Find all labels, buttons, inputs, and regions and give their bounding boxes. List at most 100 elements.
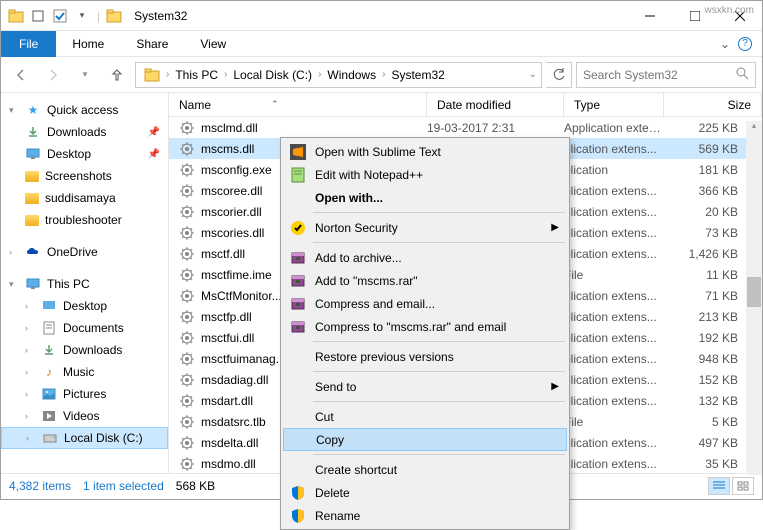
ribbon-tab-share[interactable]: Share <box>120 33 184 55</box>
submenu-arrow-icon: ▶ <box>551 222 559 233</box>
submenu-arrow-icon: ▶ <box>551 381 559 392</box>
notepad-icon <box>289 166 307 184</box>
shield-icon <box>289 484 307 502</box>
nav-up-button[interactable] <box>103 61 131 89</box>
navbar: ▾ › This PC › Local Disk (C:) › Windows … <box>1 57 762 93</box>
folder-icon <box>7 7 25 25</box>
view-details-button[interactable] <box>708 477 730 495</box>
sidebar-item-pictures[interactable]: ›Pictures <box>1 383 168 405</box>
ribbon-tab-home[interactable]: Home <box>56 33 120 55</box>
search-box[interactable] <box>576 62 756 88</box>
sidebar-item-documents[interactable]: ›Documents <box>1 317 168 339</box>
sidebar-item-screenshots[interactable]: Screenshots <box>1 165 168 187</box>
sidebar-onedrive[interactable]: ›OneDrive <box>1 241 168 263</box>
menu-item[interactable]: Cut <box>283 405 567 428</box>
folder-icon <box>106 8 122 24</box>
status-count: 4,382 items <box>9 479 71 493</box>
context-menu: Open with Sublime TextEdit with Notepad+… <box>280 137 570 530</box>
nav-back-button[interactable] <box>7 61 35 89</box>
minimize-button[interactable] <box>627 1 672 30</box>
qat-dropdown-icon[interactable]: ▾ <box>73 7 91 25</box>
file-icon <box>179 246 195 262</box>
menu-item[interactable]: Compress and email... <box>283 292 567 315</box>
menu-item[interactable]: Add to archive... <box>283 246 567 269</box>
qat-checkbox-icon[interactable] <box>51 7 69 25</box>
breadcrumb-item[interactable]: This PC <box>171 66 222 84</box>
file-icon <box>179 351 195 367</box>
nav-forward-button[interactable] <box>39 61 67 89</box>
status-selected: 1 item selected <box>83 479 164 493</box>
qat-properties-icon[interactable] <box>29 7 47 25</box>
menu-item[interactable]: Norton Security▶ <box>283 216 567 239</box>
menu-item[interactable]: Compress to "mscms.rar" and email <box>283 315 567 338</box>
file-icon <box>179 267 195 283</box>
breadcrumb-dropdown-icon[interactable]: ⌄ <box>529 69 537 80</box>
file-icon <box>179 162 195 178</box>
menu-item[interactable]: Edit with Notepad++ <box>283 163 567 186</box>
search-icon[interactable] <box>735 66 749 83</box>
file-icon <box>179 372 195 388</box>
ribbon: File Home Share View ⌄ ? <box>1 31 762 57</box>
sidebar-quick-access[interactable]: ▾★Quick access <box>1 99 168 121</box>
menu-item[interactable]: Restore previous versions <box>283 345 567 368</box>
sidebar-item-local-disk[interactable]: ›Local Disk (C:) <box>1 427 168 449</box>
file-icon <box>179 225 195 241</box>
breadcrumb-item[interactable]: Windows <box>323 66 380 84</box>
file-icon <box>179 393 195 409</box>
ribbon-expand-icon[interactable]: ⌄ <box>720 37 730 51</box>
breadcrumb-item[interactable]: System32 <box>387 66 448 84</box>
sidebar: ▾★Quick access Downloads📌 Desktop📌 Scree… <box>1 93 169 473</box>
menu-item[interactable]: Delete <box>283 481 567 504</box>
titlebar: ▾ | System32 <box>1 1 762 31</box>
menu-item[interactable]: Copy <box>283 428 567 451</box>
winrar-icon <box>289 295 307 313</box>
view-large-button[interactable] <box>732 477 754 495</box>
status-size: 568 KB <box>176 479 215 493</box>
file-icon <box>179 456 195 472</box>
sublime-icon <box>289 143 307 161</box>
breadcrumbs[interactable]: › This PC › Local Disk (C:) › Windows › … <box>135 62 542 88</box>
ribbon-file-tab[interactable]: File <box>1 31 56 57</box>
file-icon <box>179 414 195 430</box>
folder-icon <box>140 66 164 84</box>
menu-item[interactable]: Rename <box>283 504 567 527</box>
column-header-name[interactable]: Name⌃ <box>169 93 427 116</box>
watermark: wsxkn.com <box>705 5 754 16</box>
sidebar-item-desktop[interactable]: ›Desktop <box>1 295 168 317</box>
menu-item[interactable]: Open with... <box>283 186 567 209</box>
file-icon <box>179 183 195 199</box>
column-headers: Name⌃ Date modified Type Size <box>169 93 762 117</box>
sidebar-item-desktop[interactable]: Desktop📌 <box>1 143 168 165</box>
sidebar-item-downloads[interactable]: ›Downloads <box>1 339 168 361</box>
sidebar-item-troubleshooter[interactable]: troubleshooter <box>1 209 168 231</box>
sidebar-item-suddisamaya[interactable]: suddisamaya <box>1 187 168 209</box>
scroll-thumb[interactable] <box>747 277 761 307</box>
norton-icon <box>289 219 307 237</box>
column-header-type[interactable]: Type <box>564 93 664 116</box>
ribbon-help-icon[interactable]: ? <box>738 37 752 51</box>
file-icon <box>179 141 195 157</box>
menu-item[interactable]: Open with Sublime Text <box>283 140 567 163</box>
menu-item[interactable]: Add to "mscms.rar" <box>283 269 567 292</box>
search-input[interactable] <box>583 68 733 82</box>
sidebar-item-downloads[interactable]: Downloads📌 <box>1 121 168 143</box>
shield-icon <box>289 507 307 525</box>
sidebar-item-music[interactable]: ›♪Music <box>1 361 168 383</box>
nav-recent-button[interactable]: ▾ <box>71 61 99 89</box>
refresh-button[interactable] <box>546 62 572 88</box>
ribbon-tab-view[interactable]: View <box>184 33 242 55</box>
file-icon <box>179 288 195 304</box>
file-icon <box>179 309 195 325</box>
sidebar-item-videos[interactable]: ›Videos <box>1 405 168 427</box>
file-icon <box>179 204 195 220</box>
menu-item[interactable]: Send to▶ <box>283 375 567 398</box>
sidebar-this-pc[interactable]: ▾This PC <box>1 273 168 295</box>
column-header-size[interactable]: Size <box>664 93 762 116</box>
column-header-date[interactable]: Date modified <box>427 93 564 116</box>
file-icon <box>179 435 195 451</box>
winrar-icon <box>289 249 307 267</box>
menu-item[interactable]: Create shortcut <box>283 458 567 481</box>
file-row[interactable]: msclmd.dll19-03-2017 2:31Application ext… <box>169 117 762 138</box>
scrollbar[interactable]: ▴ <box>746 121 762 475</box>
breadcrumb-item[interactable]: Local Disk (C:) <box>229 66 316 84</box>
